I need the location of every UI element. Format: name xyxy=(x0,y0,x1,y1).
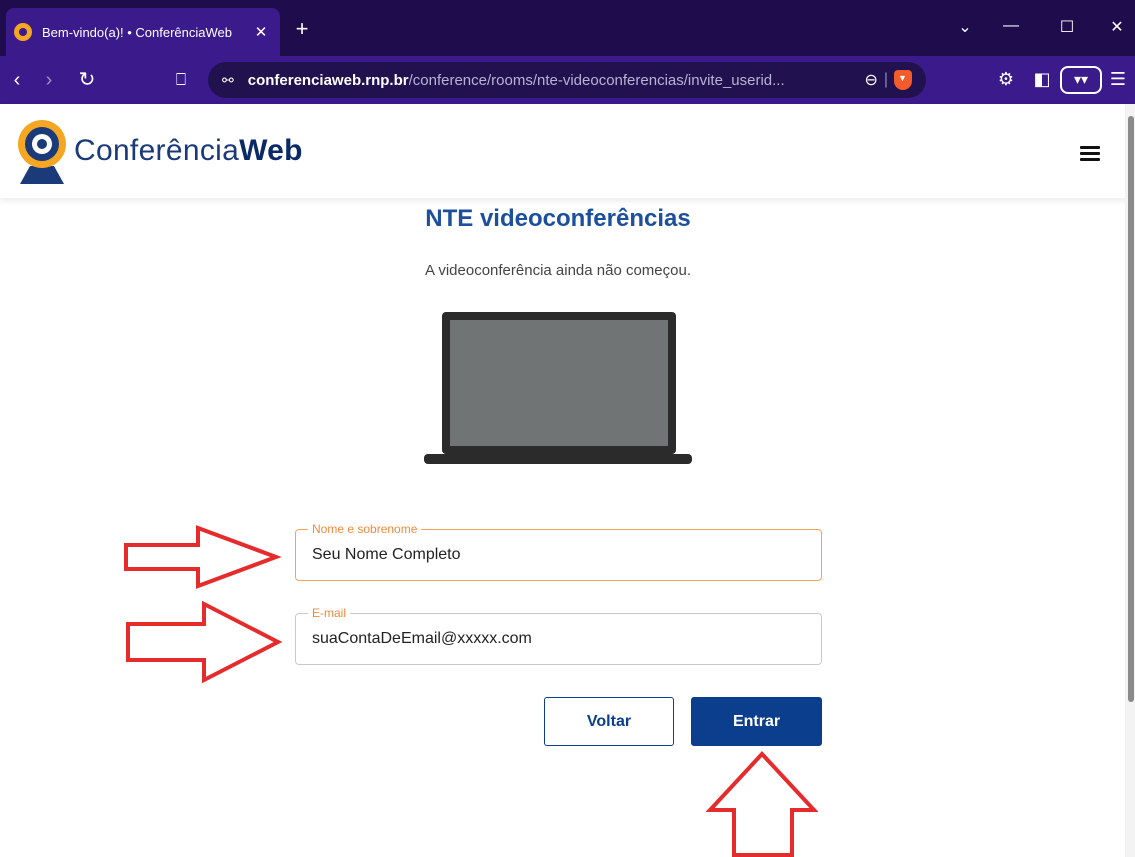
laptop-icon xyxy=(424,312,692,464)
sidebar-icon[interactable]: ◧ xyxy=(1030,68,1054,90)
favicon-icon xyxy=(14,23,32,41)
enter-button[interactable]: Entrar xyxy=(691,697,822,746)
back-icon[interactable]: ‹ xyxy=(4,68,30,92)
forward-icon[interactable]: › xyxy=(36,68,62,92)
name-field[interactable]: Nome e sobrenome xyxy=(295,522,822,581)
back-button[interactable]: Voltar xyxy=(544,697,674,746)
reader-glasses-icon[interactable]: ▾▾ xyxy=(1060,66,1102,94)
hamburger-icon[interactable] xyxy=(1080,146,1100,161)
browser-titlebar: Bem-vindo(a)! • ConferênciaWeb ✕ + ⌄ — ☐… xyxy=(0,0,1135,56)
name-input[interactable] xyxy=(296,530,821,580)
logo-wordmark[interactable]: ConferênciaWeb xyxy=(74,134,303,168)
email-field[interactable]: E-mail xyxy=(295,606,822,665)
browser-menu-icon[interactable]: ☰ xyxy=(1106,68,1130,90)
logo-text-light: Conferência xyxy=(74,134,240,167)
bookmark-icon[interactable]: ⎕ xyxy=(168,68,194,92)
annotation-arrow-right-icon xyxy=(124,525,282,589)
site-header: ConferênciaWeb xyxy=(0,104,1135,198)
email-input[interactable] xyxy=(296,614,821,664)
close-window-icon[interactable]: ✕ xyxy=(1102,17,1132,37)
reload-icon[interactable]: ↻ xyxy=(74,68,100,92)
page-title: NTE videoconferências xyxy=(425,205,691,232)
address-bar[interactable]: ⚯ conferenciaweb.rnp.br /conference/room… xyxy=(208,62,926,98)
browser-toolbar: ‹ › ↻ ⎕ ⚯ conferenciaweb.rnp.br /confere… xyxy=(0,56,1135,104)
annotation-arrow-right-icon xyxy=(126,600,283,684)
logo-text-bold: Web xyxy=(239,134,303,167)
url-path: /conference/rooms/nte-videoconferencias/… xyxy=(408,71,785,89)
site-settings-icon[interactable]: ⚯ xyxy=(222,72,234,89)
extensions-icon[interactable]: ⚙ xyxy=(994,68,1018,90)
brave-shields-icon[interactable] xyxy=(894,70,912,90)
divider: | xyxy=(883,71,888,88)
webcam-logo-icon[interactable] xyxy=(14,118,70,184)
url-host: conferenciaweb.rnp.br xyxy=(247,71,409,89)
zoom-icon[interactable]: ⊖ xyxy=(864,70,877,90)
maximize-icon[interactable]: ☐ xyxy=(1052,17,1082,37)
minimize-icon[interactable]: — xyxy=(996,17,1026,35)
new-tab-button[interactable]: + xyxy=(290,18,314,40)
scrollbar-thumb[interactable] xyxy=(1128,116,1134,702)
status-message: A videoconferência ainda não começou. xyxy=(424,262,691,279)
browser-tab[interactable]: Bem-vindo(a)! • ConferênciaWeb ✕ xyxy=(6,8,280,56)
tab-list-chevron-icon[interactable]: ⌄ xyxy=(950,17,980,37)
annotation-arrow-up-icon xyxy=(706,751,818,857)
tab-close-icon[interactable]: ✕ xyxy=(252,23,270,41)
tab-title: Bem-vindo(a)! • ConferênciaWeb xyxy=(42,24,233,40)
